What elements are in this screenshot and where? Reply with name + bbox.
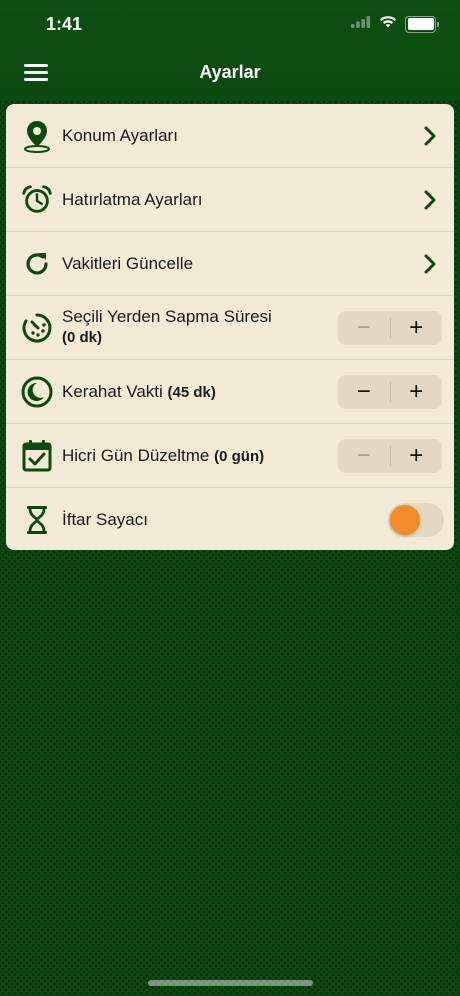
- hijri-decrement-button[interactable]: −: [338, 439, 390, 473]
- toggle-knob: [390, 504, 420, 535]
- kerahat-stepper: − +: [338, 374, 442, 409]
- status-bar: 1:41: [0, 0, 460, 48]
- home-indicator: [148, 980, 313, 986]
- kerahat-label: Kerahat Vakti (45 dk): [62, 382, 216, 402]
- moon-clock-icon: [20, 375, 54, 409]
- settings-row-kerahat: Kerahat Vakti (45 dk) − +: [6, 360, 454, 424]
- hijri-value: (0 gün): [214, 447, 265, 465]
- hijri-increment-button[interactable]: +: [390, 439, 442, 473]
- page-title: Ayarlar: [199, 62, 261, 82]
- kerahat-increment-button[interactable]: +: [390, 375, 442, 409]
- location-settings-label: Konum Ayarları: [62, 125, 178, 145]
- settings-row-iftar: İftar Sayacı: [6, 488, 454, 550]
- chevron-right-icon: [422, 125, 438, 147]
- settings-row-hijri: Hicri Gün Düzeltme (0 gün) − +: [6, 424, 454, 488]
- chevron-right-icon: [422, 189, 438, 211]
- wifi-icon: [379, 15, 397, 33]
- iftar-counter-toggle[interactable]: [388, 502, 444, 537]
- chevron-right-icon: [422, 253, 438, 275]
- settings-row-update-times[interactable]: Vakitleri Güncelle: [6, 232, 454, 296]
- kerahat-value: (45 dk): [167, 383, 216, 401]
- deviation-increment-button[interactable]: +: [390, 311, 442, 345]
- location-pin-icon: [20, 119, 54, 153]
- settings-card: Konum Ayarları Hatırlatma Ayarları Vakit…: [6, 104, 454, 550]
- deviation-title: Seçili Yerden Sapma Süresi: [62, 307, 272, 326]
- deviation-stepper: − +: [338, 310, 442, 345]
- settings-row-reminder[interactable]: Hatırlatma Ayarları: [6, 168, 454, 232]
- calendar-check-icon: [20, 439, 54, 473]
- reminder-settings-label: Hatırlatma Ayarları: [62, 189, 203, 209]
- deviation-decrement-button[interactable]: −: [338, 311, 390, 345]
- deviation-label: Seçili Yerden Sapma Süresi (0 dk): [62, 306, 272, 348]
- timer-icon: [20, 311, 54, 345]
- battery-icon: [405, 15, 439, 33]
- refresh-icon: [20, 247, 54, 281]
- update-times-label: Vakitleri Güncelle: [62, 253, 194, 273]
- cellular-signal-icon: [351, 15, 371, 33]
- iftar-counter-label: İftar Sayacı: [62, 509, 148, 529]
- hourglass-icon: [20, 503, 54, 537]
- deviation-value: (0 dk): [62, 329, 103, 346]
- kerahat-title: Kerahat Vakti: [62, 381, 163, 401]
- hijri-stepper: − +: [338, 438, 442, 473]
- hijri-title: Hicri Gün Düzeltme: [62, 445, 210, 465]
- hijri-label: Hicri Gün Düzeltme (0 gün): [62, 446, 264, 466]
- kerahat-decrement-button[interactable]: −: [338, 375, 390, 409]
- status-time: 1:41: [46, 14, 83, 34]
- settings-row-deviation: Seçili Yerden Sapma Süresi (0 dk) − +: [6, 296, 454, 360]
- settings-row-location[interactable]: Konum Ayarları: [6, 104, 454, 168]
- status-icons: [351, 15, 439, 33]
- navigation-bar: Ayarlar: [0, 50, 460, 96]
- alarm-clock-icon: [20, 183, 54, 217]
